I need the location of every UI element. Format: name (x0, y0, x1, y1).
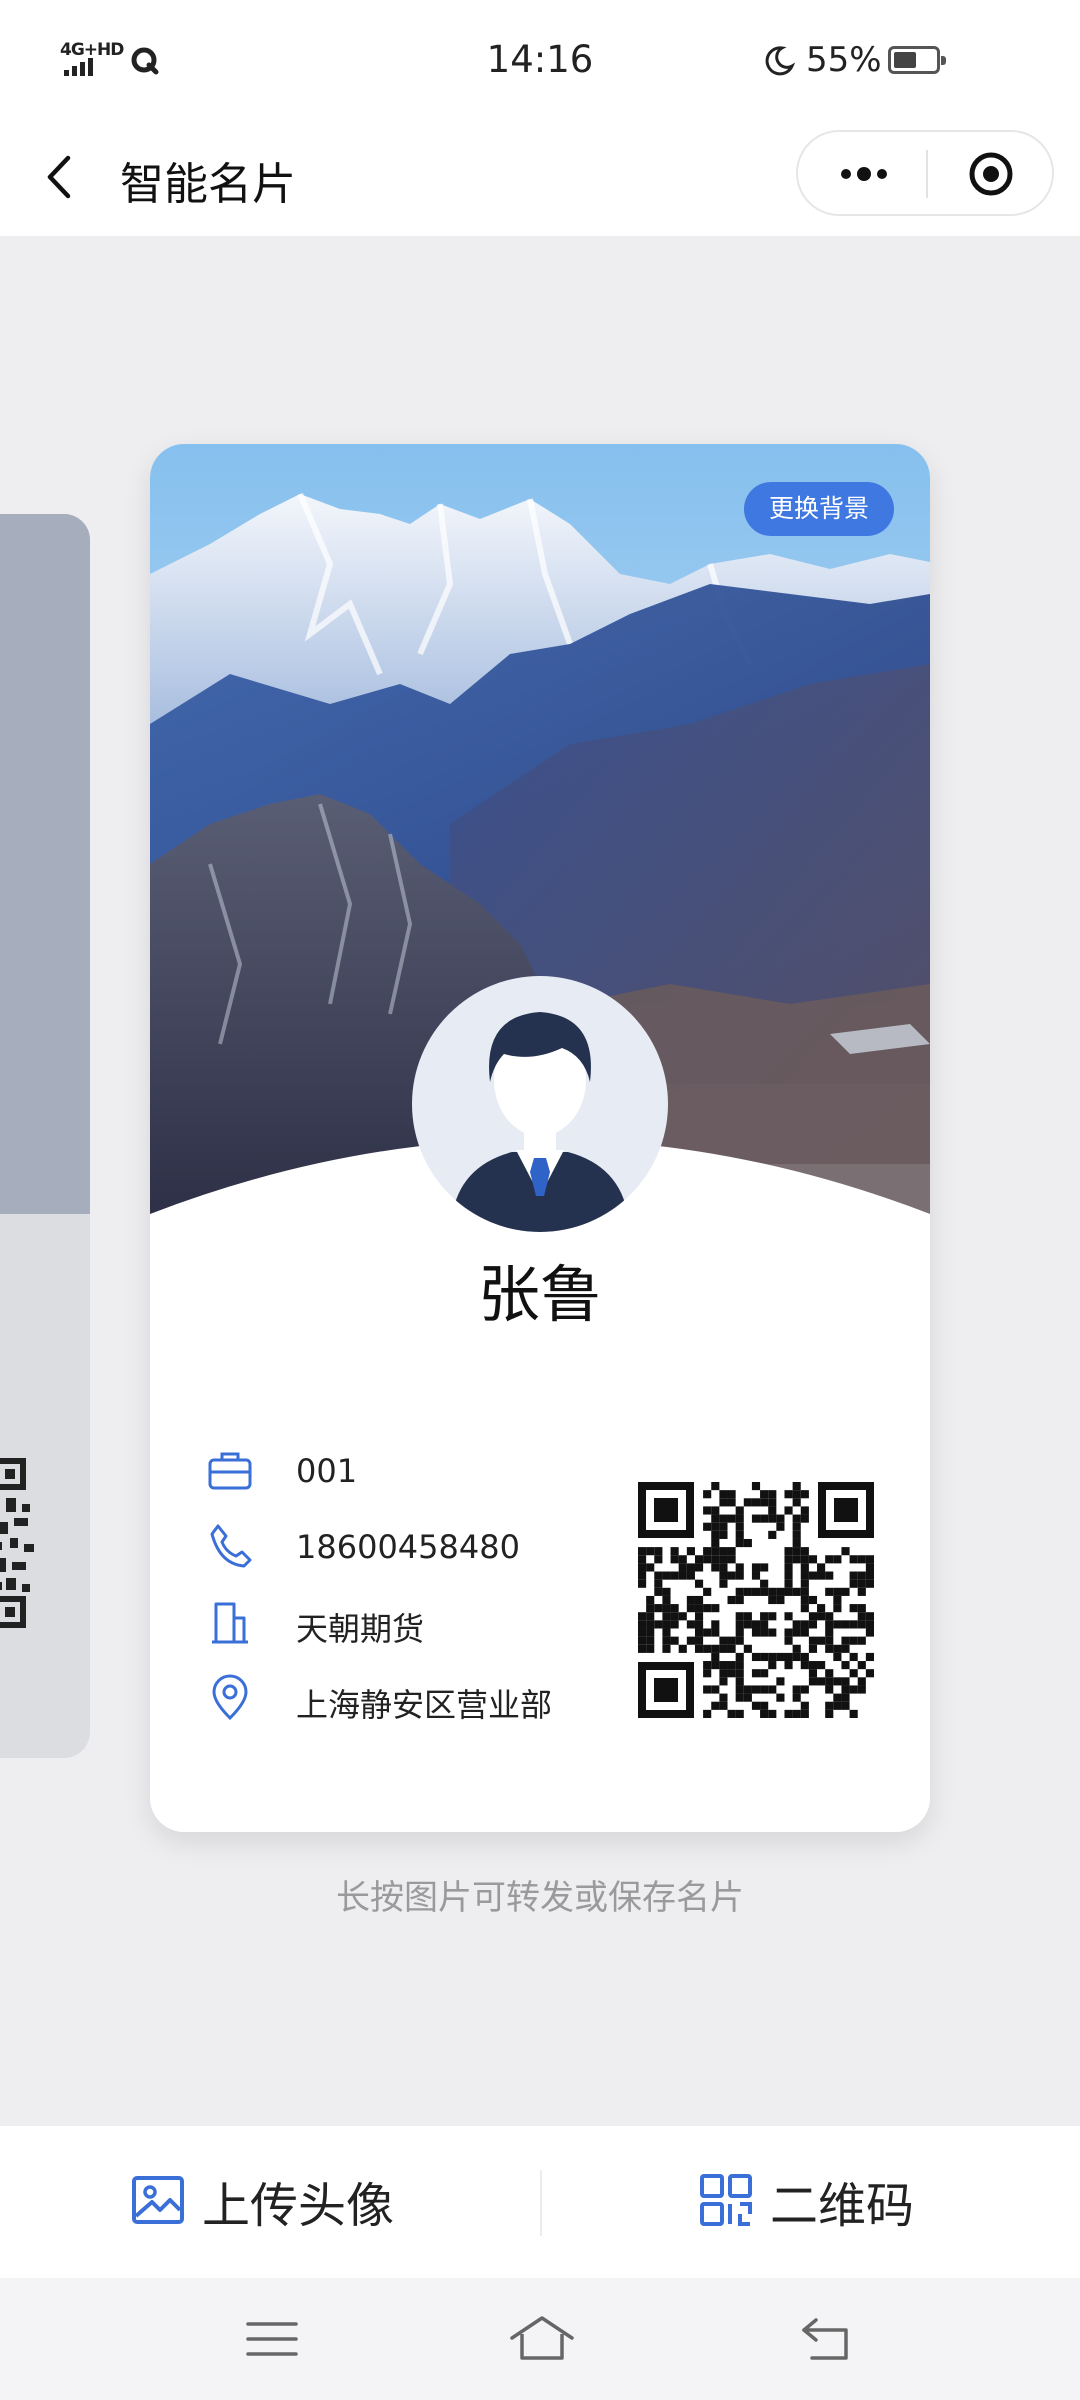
avatar[interactable] (412, 976, 668, 1232)
upload-avatar-label: 上传头像 (202, 2178, 395, 2234)
change-background-button[interactable]: 更换背景 (744, 482, 894, 536)
bottom-action-bar: 上传头像 二维码 (0, 2126, 1080, 2278)
employee-id: 001 (296, 1452, 358, 1490)
qr-code[interactable] (638, 1482, 874, 1718)
qr-code-label: 二维码 (770, 2178, 915, 2234)
close-miniprogram-icon[interactable] (966, 149, 1016, 199)
card-holder-name: 张鲁 (477, 1258, 602, 1331)
business-card[interactable]: 更换背景 张鲁 001 18600458480 天朝期货 上海静安区营业部 (150, 444, 930, 1832)
card-carousel: 更换背景 张鲁 001 18600458480 天朝期货 上海静安区营业部 长按… (0, 236, 1080, 2126)
previous-card-preview[interactable] (0, 514, 90, 1758)
miniprogram-capsule (796, 130, 1054, 216)
building-icon (212, 1602, 248, 1644)
do-not-disturb-icon (765, 46, 796, 76)
briefcase-icon (208, 1452, 252, 1490)
image-icon (132, 2176, 184, 2224)
company-name: 天朝期货 (296, 1610, 425, 1648)
upload-avatar-button[interactable]: 上传头像 (130, 2164, 430, 2240)
battery-icon (888, 46, 946, 74)
battery-percent: 55% (806, 40, 882, 80)
phone-number[interactable]: 18600458480 (296, 1528, 520, 1566)
menu-icon[interactable] (242, 2312, 302, 2366)
battery-fill (894, 52, 916, 68)
location-pin-icon (212, 1674, 248, 1721)
home-icon[interactable] (506, 2312, 578, 2366)
phone-icon (210, 1524, 252, 1568)
department-address: 上海静安区营业部 (296, 1686, 553, 1724)
more-options-icon[interactable] (832, 152, 896, 196)
qr-code-preview (0, 1458, 34, 1628)
qr-code-button[interactable]: 二维码 (698, 2164, 938, 2240)
qr-code-icon (700, 2174, 752, 2226)
save-card-hint: 长按图片可转发或保存名片 (336, 1878, 744, 1918)
status-bar: 4G+HD 14:16 55% (0, 0, 1080, 118)
system-navigation-bar (0, 2278, 1080, 2400)
page-title: 智能名片 (120, 159, 296, 210)
back-nav-icon[interactable] (796, 2312, 856, 2366)
nav-bar: 智能名片 (0, 118, 1080, 236)
back-arrow-icon[interactable] (36, 152, 86, 202)
